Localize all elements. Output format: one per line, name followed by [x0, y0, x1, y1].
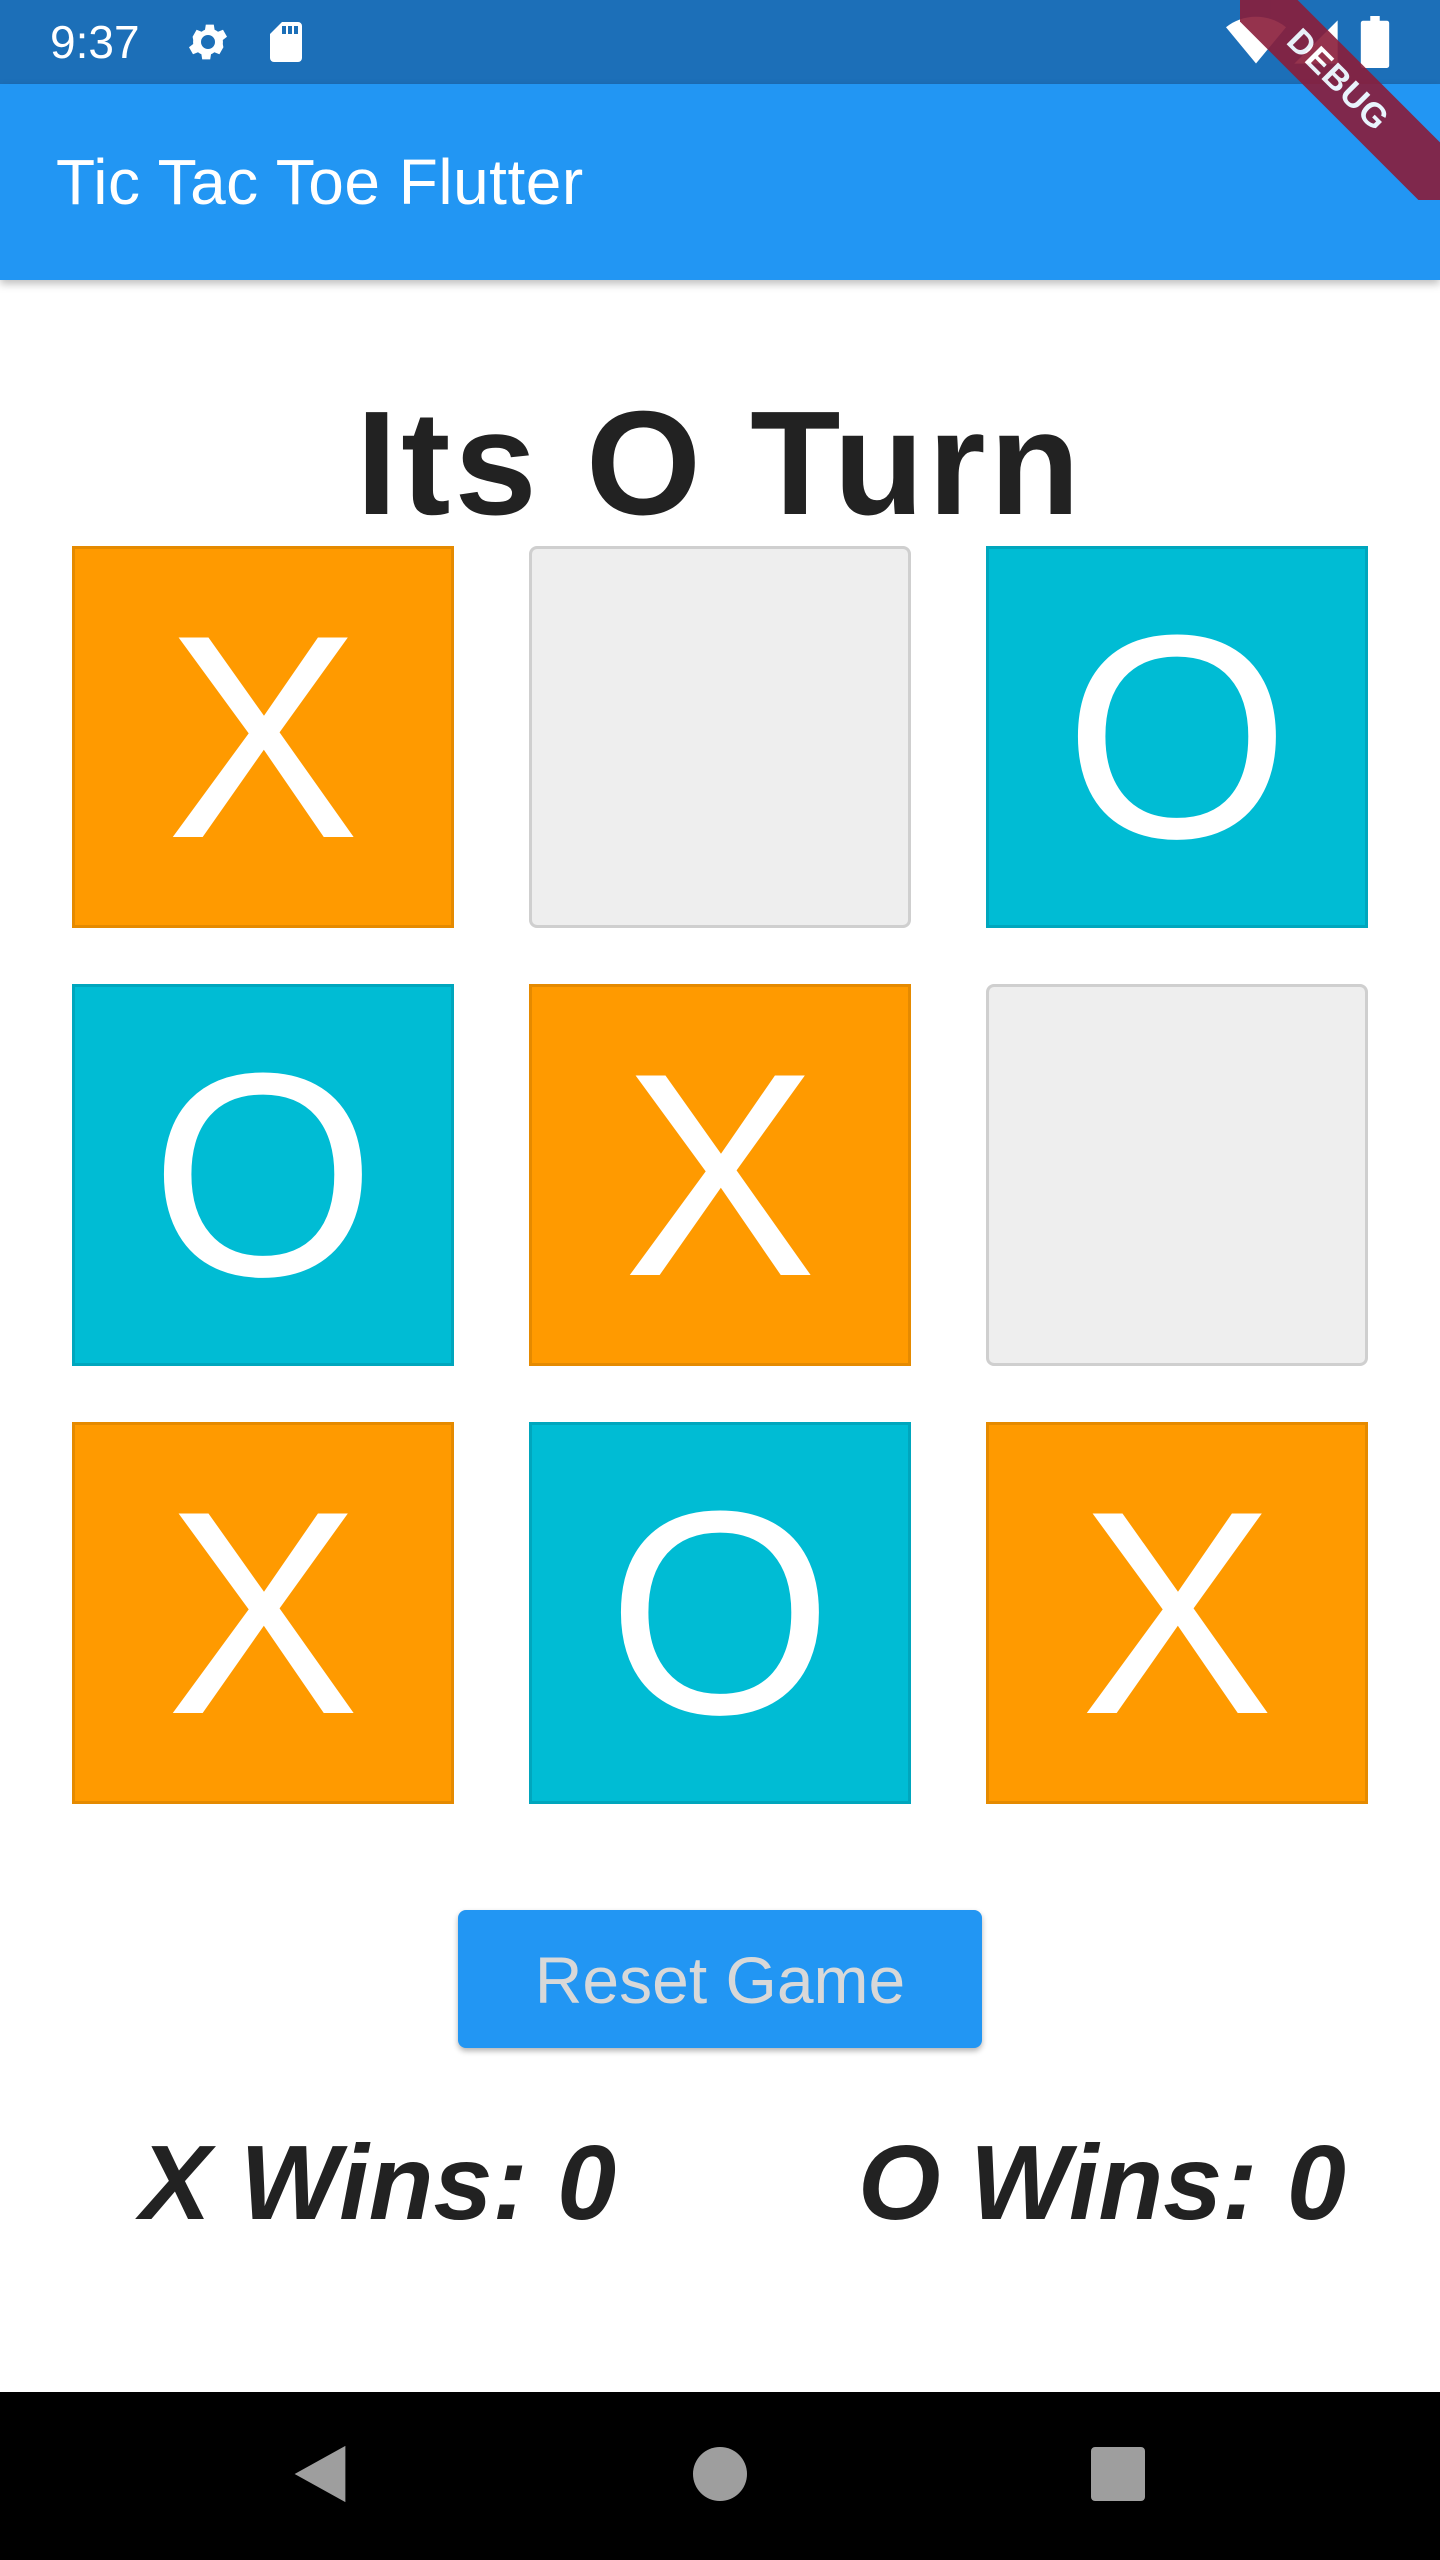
app-bar: Tic Tac Toe Flutter: [0, 84, 1440, 280]
board-cell-2-2[interactable]: X: [986, 1422, 1368, 1804]
app-title: Tic Tac Toe Flutter: [56, 146, 584, 218]
board-cell-1-1[interactable]: X: [529, 984, 911, 1366]
back-icon: [291, 2443, 349, 2510]
turn-indicator: Its O Turn: [356, 381, 1084, 546]
status-time: 9:37: [50, 16, 140, 68]
board-cell-0-1[interactable]: [529, 546, 911, 928]
recents-icon: [1091, 2446, 1145, 2506]
board-cell-1-2[interactable]: [986, 984, 1368, 1366]
sd-card-icon: [262, 18, 310, 66]
board-cell-2-0[interactable]: X: [72, 1422, 454, 1804]
status-bar: 9:37: [0, 0, 1440, 84]
recents-button[interactable]: [1068, 2392, 1168, 2560]
debug-ribbon-container: DEBUG: [1240, 0, 1440, 200]
home-button[interactable]: [670, 2392, 770, 2560]
gear-icon: [184, 18, 232, 66]
home-icon: [693, 2446, 747, 2506]
board-cell-1-0[interactable]: O: [72, 984, 454, 1366]
debug-banner: DEBUG: [1240, 0, 1440, 200]
board-cell-0-2[interactable]: O: [986, 546, 1368, 928]
board-cell-0-0[interactable]: X: [72, 546, 454, 928]
navigation-bar: [0, 2392, 1440, 2560]
x-wins-score: X Wins: 0: [140, 2124, 617, 2242]
reset-game-button[interactable]: Reset Game: [458, 1910, 982, 2048]
back-button[interactable]: [270, 2392, 370, 2560]
board-cell-2-1[interactable]: O: [529, 1422, 911, 1804]
o-wins-score: O Wins: 0: [858, 2124, 1346, 2242]
game-board: X O O X X O X: [72, 546, 1368, 1806]
